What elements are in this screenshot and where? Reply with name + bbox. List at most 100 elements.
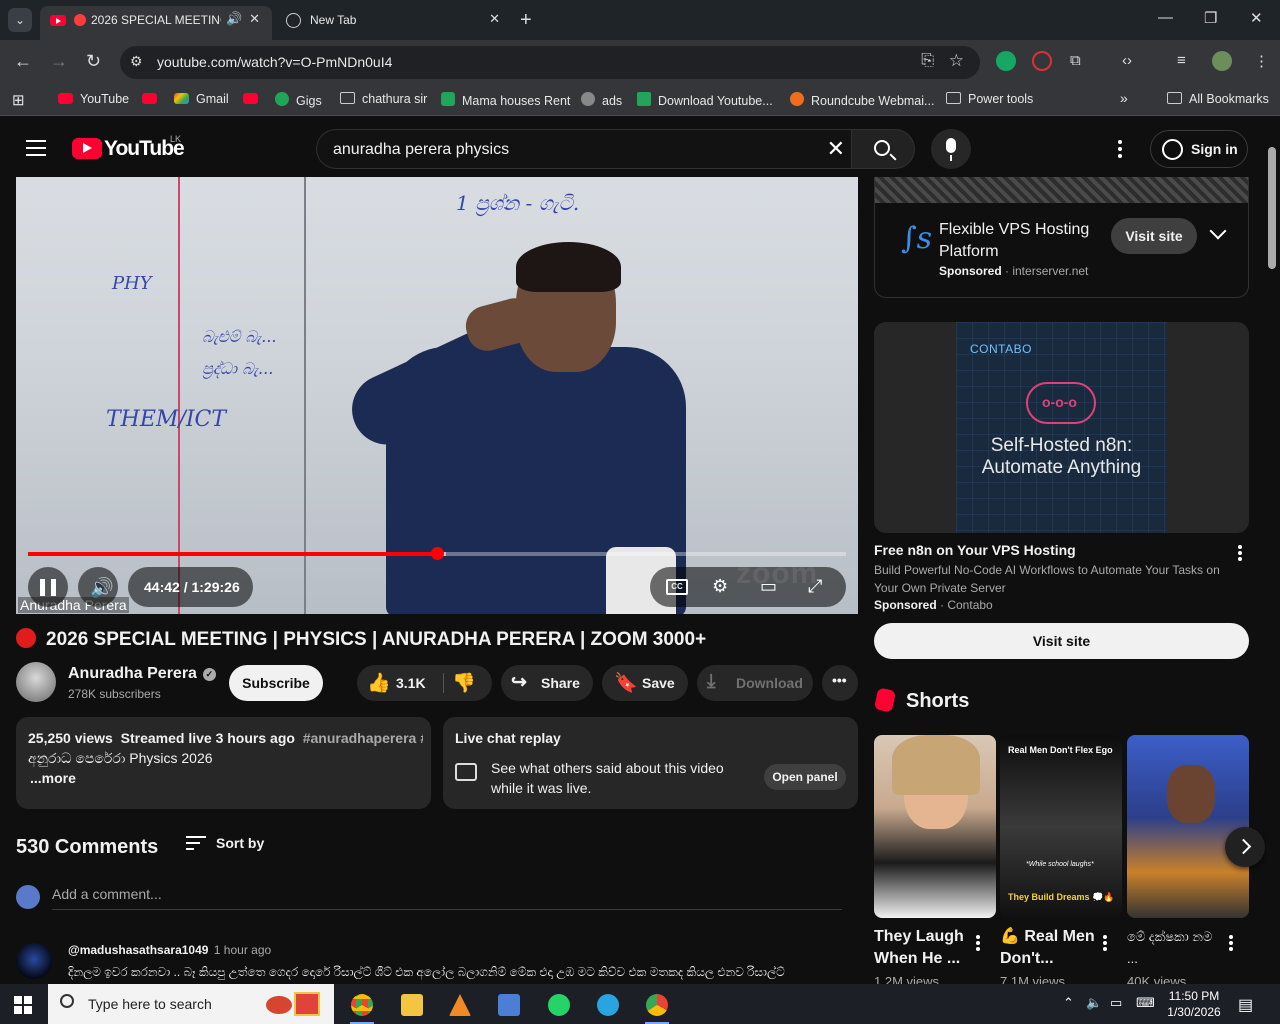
more-actions-button[interactable]: ••• (822, 665, 858, 701)
sponsored-ad-contabo[interactable]: CONTABO Self-Hosted n8n: Automate Anythi… (874, 322, 1249, 533)
youtube-logo-icon[interactable] (72, 138, 102, 159)
minimize-icon[interactable]: — (1158, 9, 1173, 26)
notifications-icon[interactable]: ▤ (1238, 995, 1253, 1015)
taskbar-remote-desktop[interactable] (489, 990, 529, 1024)
bookmark-ads[interactable]: ads (581, 92, 622, 108)
site-info-icon[interactable]: ⚙ (130, 53, 143, 70)
tab-new-tab[interactable]: New Tab ✕ (276, 6, 512, 40)
search-query[interactable]: anuradha perera physics (333, 141, 509, 159)
search-input[interactable]: anuradha perera physics ✕ (316, 129, 851, 169)
taskbar-clock[interactable]: 11:50 PM 1/30/2026 (1162, 988, 1226, 1020)
visit-site-button[interactable]: Visit site (1111, 218, 1197, 254)
mute-button[interactable]: 🔊 (78, 567, 118, 607)
record-extension-icon[interactable] (1032, 51, 1052, 71)
commenter-avatar[interactable] (16, 943, 52, 979)
clear-search-icon[interactable]: ✕ (827, 136, 845, 162)
bookmark-gigs[interactable]: Gigs (275, 92, 322, 108)
new-tab-plus-icon[interactable]: + (520, 9, 532, 32)
ad-title[interactable]: Free n8n on Your VPS Hosting (874, 542, 1076, 558)
grammarly-extension-icon[interactable] (996, 51, 1016, 71)
reload-icon[interactable]: ↻ (86, 51, 101, 72)
download-button[interactable]: ⤓ Download (697, 665, 813, 701)
tray-keyboard-icon[interactable]: ⌨ (1136, 995, 1155, 1011)
back-arrow-icon[interactable]: ← (14, 51, 32, 72)
shorts-next-arrow-icon[interactable] (1225, 827, 1265, 867)
short-thumbnail-1[interactable] (874, 735, 996, 918)
short-title-1[interactable]: They Laugh When He ... (874, 926, 970, 970)
tab-close-icon[interactable]: ✕ (249, 11, 260, 27)
like-thumb-icon[interactable]: 👍 (367, 671, 391, 695)
close-window-icon[interactable]: ✕ (1250, 9, 1263, 27)
extensions-puzzle-icon[interactable]: ⧉ (1070, 52, 1081, 69)
save-button[interactable]: 🔖 Save (602, 665, 688, 701)
chrome-menu-icon[interactable]: ⋮ (1254, 52, 1269, 70)
install-app-icon[interactable]: ⎘ (921, 52, 934, 70)
short-more-icon[interactable] (1229, 935, 1233, 953)
open-panel-button[interactable]: Open panel (764, 764, 846, 790)
taskbar-search-box[interactable]: Type here to search (48, 984, 334, 1024)
channel-name[interactable]: Anuradha Perera ✓ (68, 665, 216, 683)
progress-scrubber-handle[interactable] (431, 547, 444, 560)
sort-by-button[interactable]: Sort by (186, 835, 264, 851)
show-more-link[interactable]: ...more (30, 770, 76, 786)
tab-close-icon[interactable]: ✕ (489, 11, 500, 27)
ad-more-icon[interactable] (1238, 545, 1242, 563)
tray-volume-icon[interactable]: 🔈 (1086, 995, 1102, 1011)
short-title-2[interactable]: 💪 Real Men Don't... (1000, 926, 1096, 970)
address-bar[interactable]: ⚙ youtube.com/watch?v=O-PmNDn0uI4 ⎘ ☆ (120, 46, 980, 79)
settings-gear-icon[interactable]: ⚙ (712, 576, 728, 597)
restore-icon[interactable]: ❐ (1204, 9, 1217, 27)
gift-flowers-icon[interactable] (266, 990, 324, 1018)
short-thumbnail-2[interactable]: Real Men Don't Flex Ego *While school la… (1000, 735, 1122, 918)
visit-site-button[interactable]: Visit site (874, 623, 1249, 659)
taskbar-chrome-profile[interactable] (637, 990, 677, 1024)
short-more-icon[interactable] (976, 935, 980, 953)
taskbar-whatsapp[interactable] (539, 990, 579, 1024)
guide-menu-icon[interactable] (26, 140, 46, 156)
more-bookmarks-chevron-icon[interactable]: » (1120, 90, 1128, 106)
short-more-icon[interactable] (1103, 935, 1107, 953)
bookmark-all-bookmarks[interactable]: All Bookmarks (1167, 92, 1269, 106)
scrollbar-thumb[interactable] (1268, 147, 1276, 269)
forward-arrow-icon[interactable]: → (50, 51, 68, 72)
hashtags[interactable]: #anuradhaperera #p (303, 730, 423, 746)
tab-audio-icon[interactable]: 🔊 (226, 11, 242, 27)
subscribe-button[interactable]: Subscribe (229, 665, 323, 701)
voice-search-button[interactable] (931, 129, 971, 169)
short-title-3[interactable]: මේ දක්ෂකා නම ... (1127, 926, 1223, 970)
tray-network-icon[interactable]: ▭ (1110, 995, 1122, 1011)
page-scrollbar[interactable] (1266, 121, 1280, 984)
devtools-code-icon[interactable]: ‹› (1122, 52, 1132, 69)
bookmark-youtube[interactable]: YouTube (58, 92, 129, 106)
channel-avatar[interactable] (16, 662, 56, 702)
bookmark-chathura-sir[interactable]: chathura sir (340, 92, 427, 106)
fullscreen-icon[interactable]: ⤢ (808, 576, 822, 597)
taskbar-vlc[interactable] (440, 990, 480, 1024)
short-thumbnail-3[interactable] (1127, 735, 1249, 918)
share-button[interactable]: ↪ Share (501, 665, 593, 701)
dislike-thumb-icon[interactable]: 👎 (452, 671, 476, 695)
bookmark-download-youtube[interactable]: Download Youtube... (637, 92, 773, 108)
media-controls-icon[interactable]: ≡ (1177, 52, 1186, 69)
settings-more-icon[interactable] (1118, 140, 1122, 158)
channel-name-text[interactable]: Anuradha Perera (68, 665, 197, 682)
tray-overflow-icon[interactable]: ⌃ (1063, 995, 1074, 1011)
comment-time[interactable]: 1 hour ago (214, 943, 271, 957)
bookmark-youtube-3[interactable] (243, 92, 265, 106)
bookmark-youtube-2[interactable] (142, 92, 164, 106)
chevron-down-icon[interactable] (1209, 222, 1227, 240)
subtitles-cc-icon[interactable]: CC (666, 579, 688, 595)
search-button[interactable] (851, 129, 915, 169)
bookmark-roundcube[interactable]: Roundcube Webmai... (790, 92, 934, 108)
theater-mode-icon[interactable]: ▭ (760, 576, 777, 597)
taskbar-chrome[interactable] (342, 990, 382, 1024)
windows-start-icon[interactable] (14, 996, 32, 1014)
taskbar-telegram[interactable] (588, 990, 628, 1024)
sign-in-button[interactable]: Sign in (1150, 130, 1248, 168)
video-description[interactable]: 25,250 views Streamed live 3 hours ago #… (16, 717, 431, 809)
bookmark-gmail[interactable]: Gmail (174, 92, 229, 106)
bookmark-star-icon[interactable]: ☆ (949, 51, 964, 71)
apps-grid-icon[interactable]: ⊞ (12, 91, 25, 109)
sponsored-ad-interserver[interactable]: ∫s Flexible VPS Hosting Platform Sponsor… (874, 177, 1249, 298)
pause-button[interactable] (28, 567, 68, 607)
